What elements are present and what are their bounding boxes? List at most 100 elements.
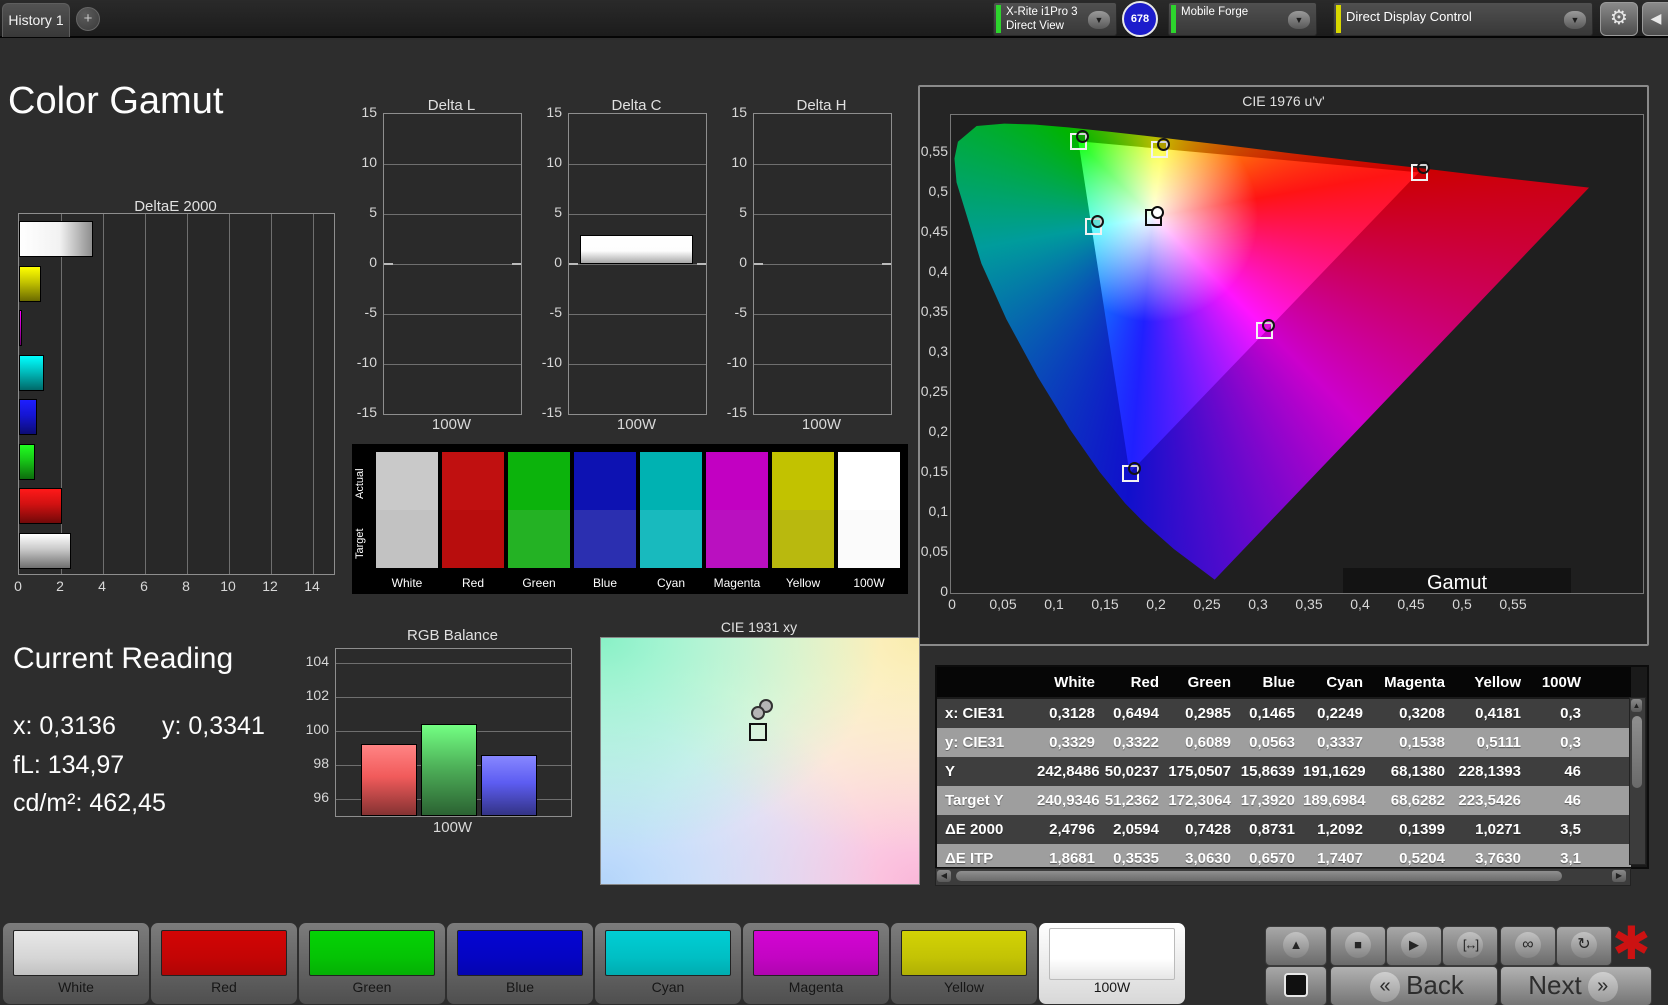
patch-label: 100W [1093,979,1131,995]
column-header: Cyan [1326,673,1363,691]
table-cell: 0,5204 [1399,850,1445,867]
zero-tick [882,263,891,265]
chevron-down-icon[interactable]: ▼ [1288,11,1310,29]
row-label: ΔE 2000 [945,821,1004,838]
table-cell: 46 [1564,763,1581,780]
patch-swatch [901,930,1027,976]
gridline [313,214,314,574]
add-tab-button[interactable]: + [76,7,100,31]
patch-label: Blue [505,979,535,995]
x-tick-label: 0,15 [1091,596,1119,612]
collapse-panel-button[interactable]: ◀ [1642,2,1668,36]
deltae-bar-cyan [19,354,45,391]
chevron-down-icon[interactable]: ▼ [1088,11,1110,29]
cie1931-gradient [601,638,919,884]
y-tick-label: 10 [361,154,377,170]
cie1931-marker-target [748,723,767,741]
zero-tick [512,263,521,265]
rgb-balance-chart [335,648,572,817]
column-header: Yellow [1474,673,1521,691]
swatch-column-red: Red [442,452,504,590]
chevron-down-icon[interactable]: ▼ [1564,11,1586,29]
table-cell: 51,2362 [1104,792,1159,809]
deltae-bar-red [19,488,63,524]
swatch-label: Green [522,576,556,590]
table-cell: 2,0594 [1113,821,1159,838]
table-cell: 0,3128 [1049,705,1095,722]
patch-button-100w[interactable]: 100W [1038,922,1186,1005]
unsaved-changes-asterisk-icon: ✱ [1612,916,1651,970]
patch-button-red[interactable]: Red [150,922,298,1005]
table-cell: 46 [1564,792,1581,809]
y-tick-label: 0,55 [920,143,948,159]
expand-up-button[interactable]: ▲ [1265,926,1327,966]
continuous-button[interactable]: ∞ [1500,926,1556,966]
rgb-balance-title: RGB Balance [407,627,498,644]
gridline [384,214,521,215]
cie1976-panel: CIE 1976 u'v' Gamut Coverage: 103,8% 0,5… [918,85,1649,646]
measurement-count-badge[interactable]: 678 [1122,1,1158,37]
deltae-bar-white [19,532,72,569]
column-header: Red [1130,673,1159,691]
y-tick-label: 96 [313,788,329,805]
y-tick-label: 0,25 [920,383,948,399]
patch-button-blue[interactable]: Blue [446,922,594,1005]
table-cell: 1,8681 [1049,850,1095,867]
tab-history-1[interactable]: History 1 [2,3,70,37]
patch-button-cyan[interactable]: Cyan [594,922,742,1005]
scrollbar-thumb[interactable] [956,871,1562,881]
patch-label: Red [211,979,237,995]
scroll-left-icon[interactable]: ◀ [937,870,951,882]
play-button[interactable]: ▶ [1386,926,1442,966]
source-selector[interactable]: Mobile Forge ▼ [1168,2,1317,36]
patch-button-white[interactable]: White [2,922,150,1005]
swatch-column-magenta: Magenta [706,452,768,590]
table-cell: 68,1380 [1390,763,1445,780]
display-control-label: Direct Display Control [1346,9,1472,24]
x-tick-label: 0,1 [1044,596,1064,612]
patch-button-green[interactable]: Green [298,922,446,1005]
scrollbar-thumb[interactable] [1632,716,1642,788]
meter-selector[interactable]: X-Rite i1Pro 3 Direct View ▼ [993,2,1117,36]
back-button[interactable]: «Back [1330,966,1498,1005]
zero-tick [754,263,763,265]
table-horizontal-scrollbar[interactable]: ◀ ▶ [935,868,1631,886]
table-row: Y 242,8486 50,0237 175,0507 15,8639 191,1629 6… [937,757,1631,786]
next-button[interactable]: Next» [1500,966,1652,1005]
swatch-label: Blue [592,576,618,590]
patch-button-yellow[interactable]: Yellow [890,922,1038,1005]
table-cell: 0,3 [1560,705,1581,722]
table-cell: 175,0507 [1168,763,1231,780]
actual-swatch [442,452,504,510]
scroll-right-icon[interactable]: ▶ [1612,870,1626,882]
measured-marker-white [1151,205,1165,219]
display-control-selector[interactable]: Direct Display Control ▼ [1333,2,1593,36]
table-cell: 172,3064 [1168,792,1231,809]
settings-button[interactable]: ⚙ [1600,2,1638,36]
actual-swatch [772,452,834,510]
step-range-button[interactable]: [↔] [1442,926,1498,966]
gridline [754,214,891,215]
stop-button[interactable]: ■ [1330,926,1386,966]
cie1976-title: CIE 1976 u'v' [1242,93,1325,109]
patch-swatch [1049,928,1175,980]
deltae-bar-yellow [19,265,41,302]
rgb-bar-blue [481,754,537,816]
gridline [187,214,188,574]
gridline [569,214,706,215]
table-cell: 2,4796 [1049,821,1095,838]
y-tick-label: 0,3 [928,343,948,359]
table-cell: 50,0237 [1104,763,1159,780]
table-vertical-scrollbar[interactable]: ▲ [1629,697,1646,865]
y-tick-label: 0,4 [928,263,948,279]
scroll-up-icon[interactable]: ▲ [1631,699,1642,712]
patch-button-magenta[interactable]: Magenta [742,922,890,1005]
x-tick-label: 0,55 [1499,596,1527,612]
patch-label: Magenta [788,979,844,995]
x-tick-label: 0,5 [1452,596,1472,612]
table-cell: 68,6282 [1390,792,1445,809]
stop-measure-button[interactable] [1265,966,1327,1005]
y-tick-label: -10 [541,354,562,370]
loop-button[interactable]: ↻ [1556,926,1612,966]
y-tick-label: 15 [546,104,562,120]
